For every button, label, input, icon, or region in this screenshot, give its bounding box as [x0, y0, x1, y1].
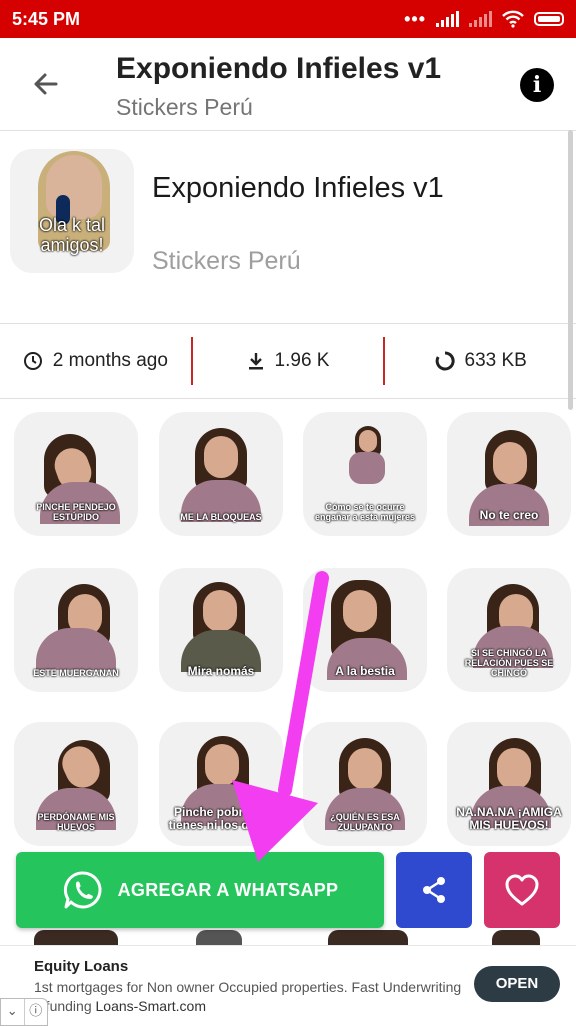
sticker-caption: SI SE CHINGÓ LA RELACIÓN PUES SE CHINGÓ	[464, 648, 554, 678]
action-row: AGREGAR A WHATSAPP	[0, 850, 576, 930]
sticker-tile[interactable]: ESTE MUERGANAN	[14, 568, 138, 692]
updated-text: 2 months ago	[52, 350, 168, 371]
sticker-caption: Mira nomás	[187, 664, 255, 678]
whatsapp-icon	[63, 871, 102, 909]
add-to-whatsapp-button[interactable]: AGREGAR A WHATSAPP	[16, 852, 384, 928]
sticker-caption: ME LA BLOQUEAS	[180, 512, 262, 522]
ad-open-button[interactable]: OPEN	[474, 966, 560, 1002]
sticker-caption: PINCHE PENDEJO ESTÚPIDO	[36, 502, 116, 522]
chevron-down-icon[interactable]: ⌄	[1, 999, 24, 1025]
favorite-button[interactable]	[484, 852, 560, 928]
status-bar: 5:45 PM •••	[0, 0, 576, 38]
size-ring-icon	[435, 351, 455, 371]
sticker-caption: Cómo se te ocurre engañar a esta mujeres	[314, 502, 416, 522]
pack-title: Exponiendo Infieles v1	[152, 172, 444, 204]
signal-icon	[436, 11, 459, 27]
app-bar: Exponiendo Infieles v1 Stickers Perú i	[0, 38, 576, 131]
tray-icon-image: Ola k tal amigos!	[10, 149, 134, 273]
stat-size: 633 KB	[385, 324, 576, 398]
sticker-tile[interactable]: Mira nomás	[159, 568, 283, 692]
signal-weak-icon	[469, 11, 492, 27]
stat-updated: 2 months ago	[0, 324, 191, 398]
ad-banner[interactable]: Equity Loans 1st mortgages for Non owner…	[0, 945, 576, 1026]
sticker-caption: NA.NA.NA ¡AMIGA MIS HUEVOS!	[456, 805, 562, 832]
scrollbar[interactable]	[568, 130, 573, 410]
sticker-tile[interactable]: Cómo se te ocurre engañar a esta mujeres	[303, 412, 427, 536]
sticker-tile[interactable]: PERDÓNAME MIS HUEVOS	[14, 722, 138, 846]
page-subtitle: Stickers Perú	[116, 94, 253, 120]
ad-text: 1st mortgages for Non owner Occupied pro…	[34, 978, 464, 1016]
sticker-tile[interactable]: ¿QUIÉN ES ESA ZULUPANTO	[303, 722, 427, 846]
sticker-tile[interactable]: No te creo	[447, 412, 571, 536]
ad-text-line1: 1st mortgages for Non owner Occupied pro…	[34, 979, 462, 995]
sticker-caption: A la bestia	[335, 664, 395, 678]
share-button[interactable]	[396, 852, 472, 928]
download-icon	[248, 353, 263, 370]
downloads-text: 1.96 K	[274, 350, 330, 371]
ad-title: Equity Loans	[34, 958, 129, 975]
ad-info-icon[interactable]: ⓘ	[23, 999, 48, 1025]
sticker-tile[interactable]: PINCHE PENDEJO ESTÚPIDO	[14, 412, 138, 536]
size-text: 633 KB	[464, 350, 527, 371]
tray-face	[46, 155, 102, 219]
sticker-tile[interactable]: SI SE CHINGÓ LA RELACIÓN PUES SE CHINGÓ	[447, 568, 571, 692]
sticker-tile[interactable]: ME LA BLOQUEAS	[159, 412, 283, 536]
sticker-peek	[328, 930, 408, 946]
sticker-caption: Pinche pobre no tienes ni los datos	[168, 805, 274, 832]
pack-publisher: Stickers Perú	[152, 247, 301, 275]
tray-caption: Ola k tal amigos!	[38, 215, 106, 255]
info-icon[interactable]: i	[520, 68, 554, 102]
share-icon	[423, 877, 445, 903]
more-dots-icon: •••	[404, 8, 426, 29]
sticker-caption: No te creo	[479, 508, 539, 522]
sticker-caption: ESTE MUERGANAN	[33, 668, 119, 678]
status-icons: •••	[404, 9, 564, 30]
sticker-tile[interactable]: A la bestia	[303, 568, 427, 692]
ad-domain[interactable]: Loans-Smart.com	[96, 998, 206, 1014]
battery-icon	[534, 12, 564, 26]
stats-row: 2 months ago 1.96 K 633 KB	[0, 323, 576, 399]
status-time: 5:45 PM	[12, 8, 81, 29]
page-title: Exponiendo Infieles v1	[116, 52, 442, 85]
back-arrow-icon[interactable]	[26, 64, 66, 104]
pack-header: Ola k tal amigos! Exponiendo Infieles v1…	[0, 131, 576, 323]
wifi-icon	[502, 10, 524, 28]
ad-choices[interactable]: ⌄ ⓘ	[0, 998, 48, 1026]
clock-icon	[23, 352, 42, 370]
sticker-peek	[34, 930, 118, 946]
sticker-caption: PERDÓNAME MIS HUEVOS	[37, 812, 115, 832]
sticker-peek	[492, 930, 540, 946]
sticker-peek	[196, 930, 242, 946]
sticker-tile[interactable]: NA.NA.NA ¡AMIGA MIS HUEVOS!	[447, 722, 571, 846]
sticker-caption: ¿QUIÉN ES ESA ZULUPANTO	[330, 812, 400, 832]
sticker-tile[interactable]: Pinche pobre no tienes ni los datos	[159, 722, 283, 846]
add-to-whatsapp-label: AGREGAR A WHATSAPP	[117, 879, 339, 900]
heart-icon	[505, 874, 539, 906]
stat-downloads: 1.96 K	[193, 324, 384, 398]
